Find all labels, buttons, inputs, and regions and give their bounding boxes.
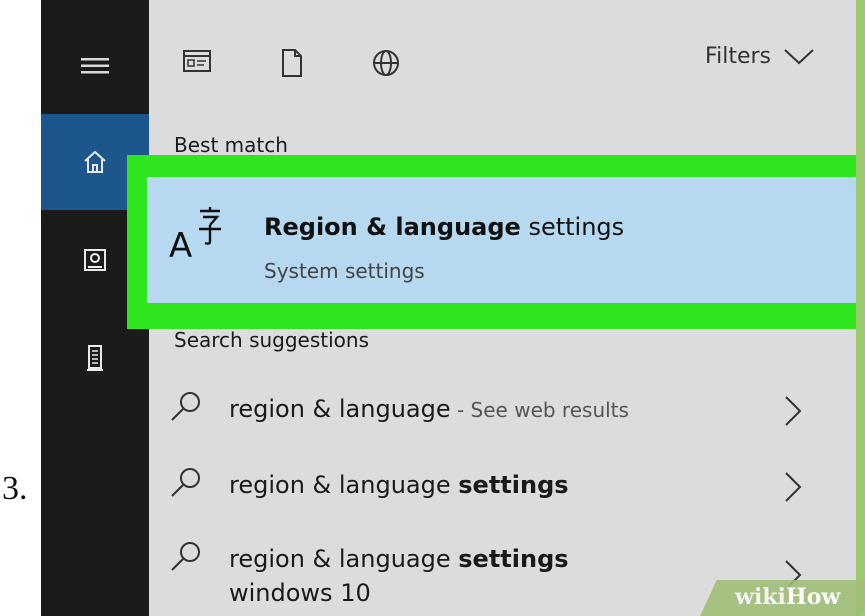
search-suggestions-heading: Search suggestions <box>174 328 370 352</box>
document-icon[interactable] <box>280 48 304 78</box>
tower-icon <box>87 345 103 371</box>
filters-label: Filters <box>705 44 771 69</box>
suggestion-second-line: windows 10 <box>229 579 371 607</box>
watermark-how: How <box>785 584 841 610</box>
suggestion-text: region & language settings windows 10 <box>229 542 569 610</box>
photo-icon <box>84 249 106 271</box>
step-number: 3. <box>2 470 28 507</box>
best-match-highlight: A Region & language settings System sett… <box>127 155 856 329</box>
suggestion-text: region & language settings <box>229 468 569 502</box>
suggestion-hint: - See web results <box>450 398 629 422</box>
suggestion-text: region & language - See web results <box>229 392 629 427</box>
best-match-heading: Best match <box>174 133 288 157</box>
svg-text:A: A <box>169 226 192 265</box>
menu-button[interactable] <box>41 18 149 114</box>
search-icon <box>171 392 200 421</box>
suggestion-item[interactable]: region & language settings <box>169 466 829 536</box>
language-icon: A <box>169 207 221 265</box>
chevron-down-icon <box>784 48 814 64</box>
best-match-result[interactable]: A Region & language settings System sett… <box>147 177 856 303</box>
web-globe-icon[interactable] <box>371 48 401 78</box>
best-match-title-rest: settings <box>520 213 625 241</box>
best-match-title-bold: Region & language <box>264 213 521 241</box>
suggestion-main: region & language <box>229 545 459 573</box>
suggestion-main: region & language <box>229 395 451 423</box>
best-match-subtitle: System settings <box>264 259 425 283</box>
watermark-logo: wikiHow <box>735 584 840 610</box>
suggestion-bold: settings <box>458 545 569 573</box>
search-icon <box>171 468 200 497</box>
suggestion-main: region & language <box>229 471 459 499</box>
filters-button[interactable]: Filters <box>705 44 815 69</box>
apps-icon[interactable] <box>182 48 212 74</box>
background-strip <box>856 0 865 616</box>
home-icon <box>84 150 106 173</box>
hamburger-menu-icon <box>81 58 109 74</box>
search-icon <box>171 542 200 571</box>
chevron-right-icon <box>785 396 802 426</box>
chevron-right-icon <box>785 472 802 502</box>
suggestion-item[interactable]: region & language - See web results <box>169 390 829 460</box>
best-match-title: Region & language settings <box>264 213 624 241</box>
watermark-wiki: wiki <box>735 584 786 610</box>
suggestion-bold: settings <box>458 471 569 499</box>
